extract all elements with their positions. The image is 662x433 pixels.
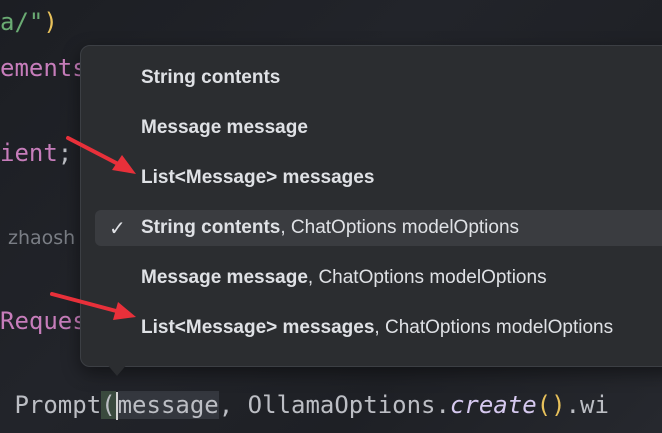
annotation-arrow-icon <box>66 136 136 174</box>
annotation-arrows <box>50 136 136 320</box>
annotation-arrow-icon <box>50 292 136 320</box>
editor-area[interactable]: a/") ements ient; zhaosh Reques Prompt(m… <box>0 0 662 433</box>
